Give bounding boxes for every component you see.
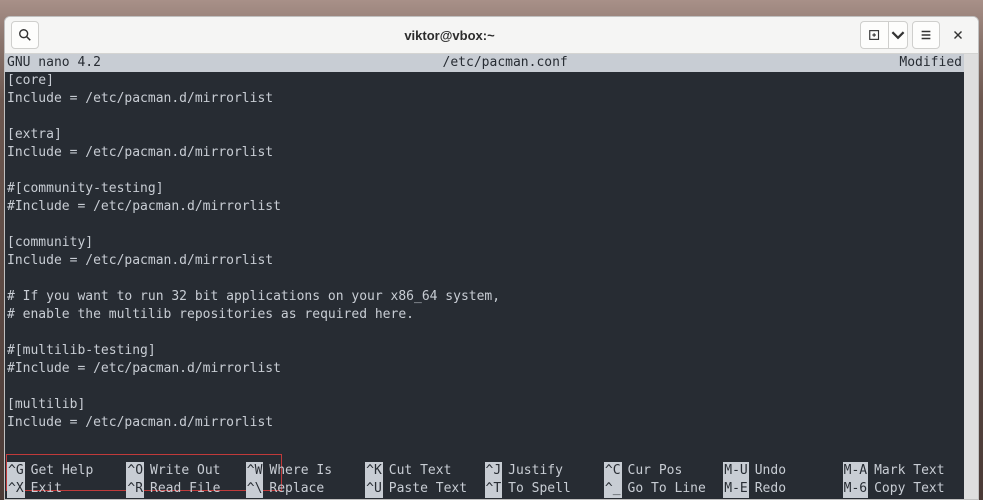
shortcut-key: M-E — [723, 480, 748, 498]
shortcut-label: Exit — [31, 480, 62, 498]
shortcut-item: ^O Write Out — [126, 462, 245, 480]
shortcut-label: Write Out — [150, 462, 220, 480]
shortcut-item: ^K Cut Text — [365, 462, 484, 480]
chevron-down-icon — [891, 28, 905, 42]
shortcut-key: M-A — [843, 462, 868, 480]
nano-app-version: GNU nano 4.2 — [7, 54, 111, 72]
shortcut-key: ^U — [365, 480, 383, 498]
shortcut-key: ^T — [485, 480, 503, 498]
shortcut-key: ^C — [604, 462, 622, 480]
shortcut-item: ^U Paste Text — [365, 480, 484, 498]
shortcut-label: Redo — [755, 480, 786, 498]
titlebar: viktor@vbox:~ — [5, 17, 978, 54]
shortcut-label: Get Help — [31, 462, 94, 480]
close-icon — [951, 28, 965, 42]
shortcut-item: ^_ Go To Line — [604, 480, 723, 498]
nano-header: GNU nano 4.2 /etc/pacman.conf Modified — [5, 54, 964, 72]
shortcut-item: M-U Undo — [723, 462, 842, 480]
shortcut-row-1: ^G Get Help ^O Write Out ^W Where Is ^K Cut Tex… — [7, 462, 962, 480]
shortcut-label: Replace — [269, 480, 324, 498]
shortcut-label: Go To Line — [628, 480, 706, 498]
shortcut-key: ^R — [126, 480, 144, 498]
shortcut-label: Undo — [755, 462, 786, 480]
shortcut-label: Where Is — [269, 462, 332, 480]
hamburger-menu-button[interactable] — [912, 21, 940, 49]
new-tab-dropdown[interactable] — [888, 21, 908, 49]
shortcut-label: Cur Pos — [628, 462, 683, 480]
shortcut-key: ^G — [7, 462, 25, 480]
shortcut-label: To Spell — [508, 480, 571, 498]
shortcut-key: M-6 — [843, 480, 868, 498]
nano-shortcuts: ^G Get Help ^O Write Out ^W Where Is ^K Cut Tex… — [5, 462, 964, 499]
shortcut-item: ^J Justify — [485, 462, 604, 480]
search-icon — [18, 28, 32, 42]
new-tab-group — [860, 21, 908, 49]
shortcut-item: ^R Read File — [126, 480, 245, 498]
hamburger-icon — [919, 28, 933, 42]
shortcut-label: Paste Text — [389, 480, 467, 498]
shortcut-item: ^C Cur Pos — [604, 462, 723, 480]
shortcut-key: ^J — [485, 462, 503, 480]
shortcut-label: Copy Text — [874, 480, 944, 498]
new-tab-icon — [868, 28, 882, 42]
shortcut-item: M-6 Copy Text — [843, 480, 962, 498]
shortcut-key: ^K — [365, 462, 383, 480]
search-button[interactable] — [11, 21, 39, 49]
terminal-window: viktor@vbox:~ GNU nano 4.2 /etc/pacman.c… — [4, 16, 979, 500]
shortcut-label: Read File — [150, 480, 220, 498]
shortcut-item: ^W Where Is — [246, 462, 365, 480]
shortcut-key: ^X — [7, 480, 25, 498]
shortcut-item: ^X Exit — [7, 480, 126, 498]
new-tab-button[interactable] — [860, 21, 888, 49]
shortcut-item: ^T To Spell — [485, 480, 604, 498]
file-content: [core] Include = /etc/pacman.d/mirrorlis… — [5, 72, 964, 432]
nano-file-path: /etc/pacman.conf — [111, 54, 899, 72]
shortcut-item: ^G Get Help — [7, 462, 126, 480]
shortcut-label: Mark Text — [874, 462, 944, 480]
shortcut-key: ^W — [246, 462, 264, 480]
window-title: viktor@vbox:~ — [43, 28, 856, 43]
nano-status: Modified — [899, 54, 962, 72]
shortcut-item: M-E Redo — [723, 480, 842, 498]
shortcut-label: Cut Text — [389, 462, 452, 480]
shortcut-row-2: ^X Exit ^R Read File ^\ Replace ^U Paste Text ^T… — [7, 480, 962, 498]
shortcut-item: ^\ Replace — [246, 480, 365, 498]
shortcut-item: M-A Mark Text — [843, 462, 962, 480]
close-button[interactable] — [944, 21, 972, 49]
shortcut-key: ^_ — [604, 480, 622, 498]
shortcut-key: M-U — [723, 462, 748, 480]
shortcut-label: Justify — [508, 462, 563, 480]
terminal-area[interactable]: GNU nano 4.2 /etc/pacman.conf Modified [… — [5, 54, 978, 499]
shortcut-key: ^O — [126, 462, 144, 480]
shortcut-key: ^\ — [246, 480, 264, 498]
